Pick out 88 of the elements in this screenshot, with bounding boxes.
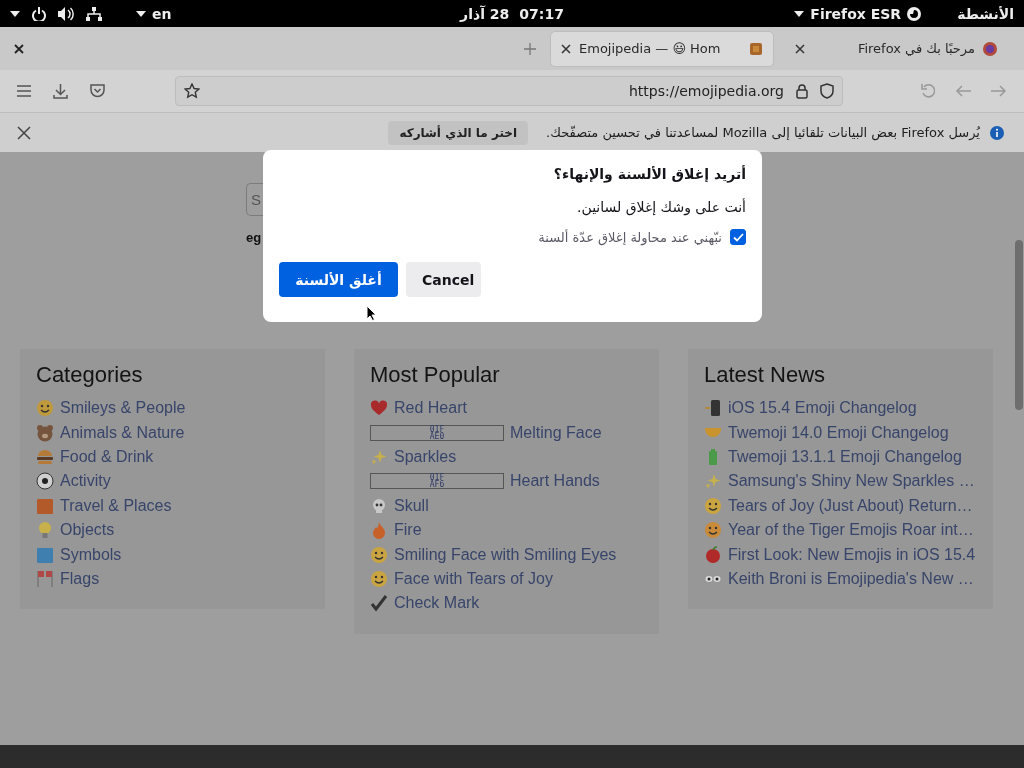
missing-glyph-box: 01F AF6 <box>370 473 504 490</box>
app-icon <box>907 6 922 21</box>
flame-icon <box>370 521 388 540</box>
menu-icon[interactable] <box>17 85 31 97</box>
smiley-icon <box>36 399 54 418</box>
link[interactable]: Heart Hands <box>510 472 600 491</box>
info-icon <box>990 125 1004 140</box>
url-text: https://emojipedia.org <box>627 83 784 99</box>
link[interactable]: Face with Tears of Joy <box>394 569 553 588</box>
close-icon[interactable] <box>14 43 24 54</box>
lock-icon[interactable] <box>796 83 808 99</box>
skull-icon <box>370 496 388 515</box>
caret-icon <box>136 10 146 17</box>
page-icon <box>749 41 763 56</box>
activities-button[interactable]: الأنشطة <box>957 5 1014 22</box>
card-title: Categories <box>36 362 144 388</box>
bear-icon <box>36 423 54 442</box>
link[interactable]: Skull <box>394 496 429 515</box>
link[interactable]: Keith Broni is Emojipedia's New … <box>728 569 974 588</box>
card-title: Most Popular <box>370 362 501 388</box>
heart-icon <box>370 399 388 418</box>
link[interactable]: Melting Face <box>510 423 602 442</box>
scrollbar-thumb[interactable] <box>1015 240 1023 410</box>
browser-tab[interactable]: Emojipedia — 😃 Hom <box>550 30 774 67</box>
close-icon[interactable] <box>17 125 31 140</box>
tile-icon <box>36 545 54 564</box>
link[interactable]: Objects <box>60 521 115 540</box>
link[interactable]: Fire <box>394 521 422 540</box>
check-icon <box>370 594 388 613</box>
eyes-icon <box>704 574 722 583</box>
cancel-button[interactable]: Cancel <box>406 262 481 297</box>
link[interactable]: Samsung's Shiny New Sparkles … <box>728 472 975 491</box>
link[interactable]: Animals & Nature <box>60 423 185 442</box>
flag-icon <box>36 569 54 588</box>
link[interactable]: Food & Drink <box>60 447 154 466</box>
link[interactable]: iOS 15.4 Emoji Changelog <box>728 399 917 418</box>
dialog-title: أتريد إغلاق الألسنة والإنهاء؟ <box>552 166 746 182</box>
tile-icon <box>36 496 54 515</box>
burger-icon <box>36 447 54 466</box>
dialog-message: أنت على وشك إغلاق لسانين. <box>576 199 746 215</box>
link[interactable]: Twemoji 14.0 Emoji Changelog <box>728 423 949 442</box>
clock-time[interactable]: 07:17 <box>519 5 564 22</box>
link[interactable]: Smileys & People <box>60 399 186 418</box>
browser-tab[interactable]: مرحبًا بك في Firefox <box>784 30 1008 67</box>
app-menu[interactable]: Firefox ESR <box>810 5 902 22</box>
link[interactable]: Year of the Tiger Emojis Roar int… <box>728 521 974 540</box>
smiley-icon <box>704 496 722 515</box>
caret-icon <box>10 10 20 17</box>
link[interactable]: Twemoji 13.1.1 Emoji Changelog <box>728 447 962 466</box>
close-icon[interactable] <box>795 43 805 54</box>
caret-icon <box>794 10 805 17</box>
star-icon[interactable] <box>184 83 200 99</box>
link[interactable]: Red Heart <box>394 399 467 418</box>
apple-icon <box>704 545 722 564</box>
card-title: Latest News <box>704 362 827 388</box>
link[interactable]: Tears of Joy (Just About) Return… <box>728 496 973 515</box>
link[interactable]: Flags <box>60 569 100 588</box>
volume-icon[interactable] <box>58 6 74 21</box>
checkbox[interactable] <box>730 229 746 245</box>
close-tabs-button[interactable]: أغلق الألسنة <box>279 262 398 297</box>
link[interactable]: First Look: New Emojis in iOS 15.4 <box>728 545 976 564</box>
checkmark-icon <box>732 232 744 242</box>
phone-icon <box>704 399 722 418</box>
clock-date[interactable]: 28 آذار <box>460 5 510 22</box>
notification-message: يُرسل Firefox بعض البيانات تلقائيا إلى Mozilla لمساعدتنا في تحسين متصفّحك. <box>546 125 980 140</box>
bulb-icon <box>36 521 54 540</box>
shield-icon[interactable] <box>820 83 834 99</box>
pocket-icon[interactable] <box>90 84 105 98</box>
link[interactable]: Sparkles <box>394 447 457 466</box>
checkbox-label: نبّهني عند محاولة إغلاق عدّة ألسنة <box>538 229 722 245</box>
smiley-icon <box>704 521 722 540</box>
network-icon[interactable] <box>86 6 102 21</box>
choose-data-button[interactable]: اختر ما الذي أشاركه <box>388 120 529 145</box>
ball-icon <box>36 472 54 491</box>
smiley-icon <box>370 569 388 588</box>
smiley-icon <box>370 545 388 564</box>
link[interactable]: Travel & Places <box>60 496 172 515</box>
keyboard-layout[interactable]: en <box>152 5 172 22</box>
link[interactable]: Check Mark <box>394 594 480 613</box>
link[interactable]: Activity <box>60 472 111 491</box>
partial-text: eg <box>246 230 262 245</box>
download-icon[interactable] <box>53 83 68 99</box>
address-field[interactable]: https://emojipedia.org <box>175 76 843 106</box>
close-icon[interactable] <box>561 43 571 54</box>
missing-glyph-box: 01F AE0 <box>370 424 504 441</box>
link[interactable]: Symbols <box>60 545 122 564</box>
link[interactable]: Smiling Face with Smiling Eyes <box>394 545 617 564</box>
power-icon[interactable] <box>32 6 46 21</box>
